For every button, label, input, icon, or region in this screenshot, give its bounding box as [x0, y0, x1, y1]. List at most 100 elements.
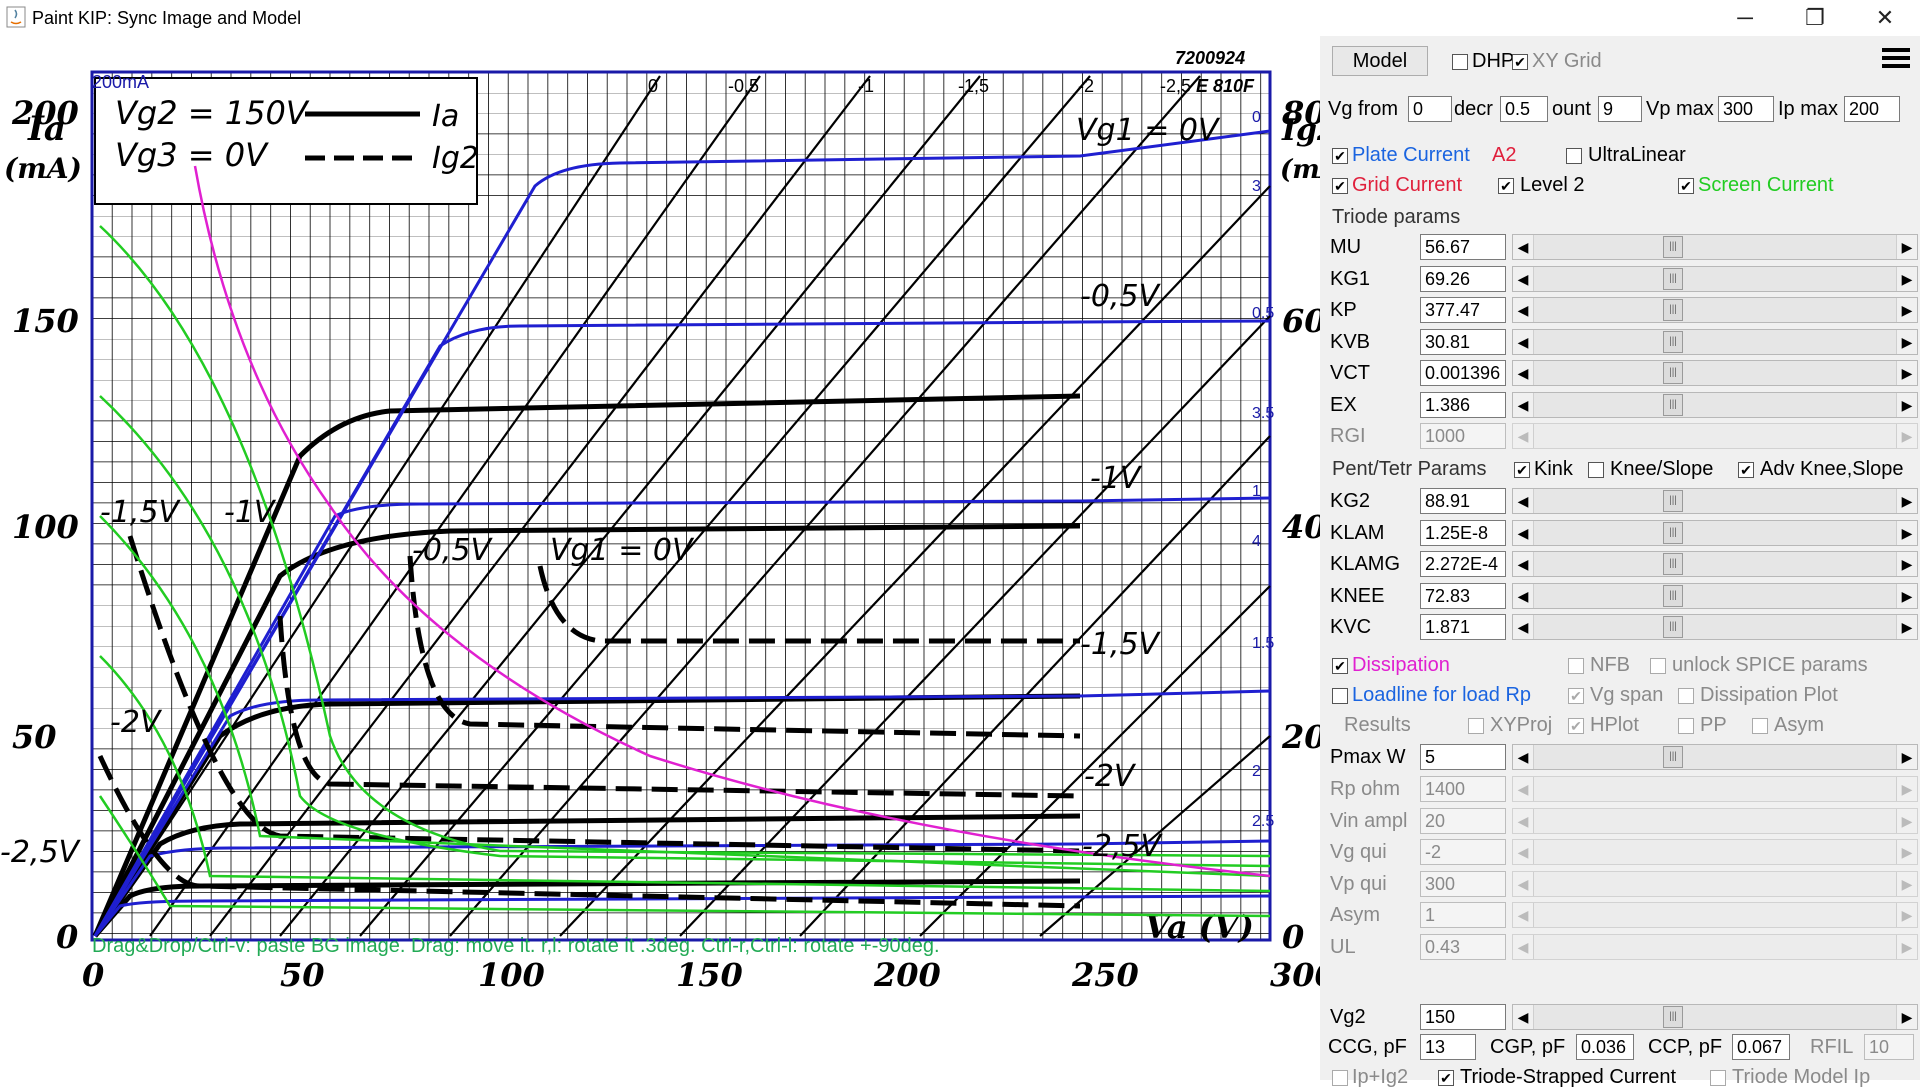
param-slider[interactable]: ◀ ||| ▶ — [1512, 582, 1918, 609]
param-slider[interactable]: ◀ ||| ▶ — [1512, 391, 1918, 418]
slider-left-icon[interactable]: ◀ — [1513, 552, 1534, 576]
slider-right-icon[interactable]: ▶ — [1896, 520, 1917, 545]
slider-right-icon[interactable]: ▶ — [1896, 489, 1917, 513]
param-input[interactable]: 88.91 — [1420, 488, 1506, 514]
slider-thumb[interactable]: ||| — [1663, 1006, 1683, 1028]
slider-right-icon[interactable]: ▶ — [1896, 329, 1917, 354]
slider-right-icon[interactable]: ▶ — [1896, 934, 1917, 959]
count-input[interactable]: 9 — [1598, 96, 1642, 122]
dhp-checkbox[interactable] — [1452, 54, 1468, 70]
slider-right-icon[interactable]: ▶ — [1896, 903, 1917, 927]
slider-left-icon[interactable]: ◀ — [1513, 329, 1534, 354]
vg2-input[interactable]: 150 — [1420, 1004, 1506, 1030]
dissipation-plot-checkbox[interactable] — [1678, 688, 1694, 704]
slider-left-icon[interactable]: ◀ — [1513, 520, 1534, 545]
param-slider[interactable]: ◀ ||| ▶ — [1512, 265, 1918, 292]
cgp-input[interactable]: 0.036 — [1576, 1034, 1634, 1060]
param-slider[interactable]: ◀ ▶ — [1512, 776, 1918, 802]
slider-thumb[interactable]: ||| — [1663, 746, 1683, 768]
slider-right-icon[interactable]: ▶ — [1896, 777, 1917, 801]
hplot-checkbox[interactable]: ✔ — [1568, 718, 1584, 734]
slider-left-icon[interactable]: ◀ — [1513, 840, 1534, 864]
level2-checkbox[interactable]: ✔ — [1498, 178, 1514, 194]
slider-right-icon[interactable]: ▶ — [1896, 808, 1917, 833]
slider-left-icon[interactable]: ◀ — [1513, 871, 1534, 896]
slider-left-icon[interactable]: ◀ — [1513, 1005, 1534, 1029]
param-input[interactable]: 1 — [1420, 902, 1506, 928]
slider-left-icon[interactable]: ◀ — [1513, 361, 1534, 385]
param-slider[interactable]: ◀ ▶ — [1512, 902, 1918, 928]
ccg-input[interactable]: 13 — [1420, 1034, 1476, 1060]
slider-left-icon[interactable]: ◀ — [1513, 235, 1534, 259]
param-input[interactable]: 20 — [1420, 807, 1506, 834]
asym-checkbox[interactable] — [1752, 718, 1768, 734]
slider-left-icon[interactable]: ◀ — [1513, 583, 1534, 608]
slider-thumb[interactable]: ||| — [1663, 521, 1683, 544]
slider-right-icon[interactable]: ▶ — [1896, 235, 1917, 259]
slider-right-icon[interactable]: ▶ — [1896, 361, 1917, 385]
param-input[interactable]: 0.001396 — [1420, 360, 1506, 386]
slider-left-icon[interactable]: ◀ — [1513, 424, 1534, 448]
close-button[interactable]: ✕ — [1850, 0, 1920, 36]
param-slider[interactable]: ◀ ||| ▶ — [1512, 488, 1918, 514]
slider-left-icon[interactable]: ◀ — [1513, 777, 1534, 801]
slider-right-icon[interactable]: ▶ — [1896, 298, 1917, 322]
param-slider[interactable]: ◀ ||| ▶ — [1512, 551, 1918, 577]
xy-grid-checkbox[interactable]: ✔ — [1512, 54, 1528, 70]
dissipation-checkbox[interactable]: ✔ — [1332, 658, 1348, 674]
param-input[interactable]: 72.83 — [1420, 582, 1506, 609]
triode-strapped-checkbox[interactable]: ✔ — [1438, 1070, 1454, 1086]
ip-max-input[interactable]: 200 — [1844, 96, 1900, 122]
param-slider[interactable]: ◀ ||| ▶ — [1512, 328, 1918, 355]
slider-left-icon[interactable]: ◀ — [1513, 934, 1534, 959]
slider-left-icon[interactable]: ◀ — [1513, 489, 1534, 513]
param-slider[interactable]: ◀ ||| ▶ — [1512, 297, 1918, 323]
slider-thumb[interactable]: ||| — [1663, 236, 1683, 258]
slider-right-icon[interactable]: ▶ — [1896, 583, 1917, 608]
unlock-spice-checkbox[interactable] — [1650, 658, 1666, 674]
ultralinear-checkbox[interactable] — [1566, 148, 1582, 164]
param-slider[interactable]: ◀ ▶ — [1512, 870, 1918, 897]
param-input[interactable]: 0.43 — [1420, 933, 1506, 960]
vp-max-input[interactable]: 300 — [1718, 96, 1774, 122]
param-input[interactable]: -2 — [1420, 839, 1506, 865]
slider-left-icon[interactable]: ◀ — [1513, 903, 1534, 927]
param-slider[interactable]: ◀ ||| ▶ — [1512, 519, 1918, 546]
slider-thumb[interactable]: ||| — [1663, 553, 1683, 575]
param-input[interactable]: 1.25E-8 — [1420, 519, 1506, 546]
param-input[interactable]: 300 — [1420, 870, 1506, 897]
slider-thumb[interactable]: ||| — [1663, 584, 1683, 607]
plate-current-checkbox[interactable]: ✔ — [1332, 148, 1348, 164]
vg-span-checkbox[interactable]: ✔ — [1568, 688, 1584, 704]
slider-thumb[interactable]: ||| — [1663, 330, 1683, 353]
slider-thumb[interactable]: ||| — [1663, 393, 1683, 416]
restore-button[interactable]: ❐ — [1780, 0, 1850, 36]
rfil-input[interactable]: 10 — [1864, 1034, 1914, 1060]
slider-right-icon[interactable]: ▶ — [1896, 871, 1917, 896]
param-input[interactable]: 56.67 — [1420, 234, 1506, 260]
kink-checkbox[interactable]: ✔ — [1514, 462, 1530, 478]
param-slider[interactable]: ◀ ▶ — [1512, 933, 1918, 960]
param-slider[interactable]: ◀ ▶ — [1512, 423, 1918, 449]
param-input[interactable]: 1.871 — [1420, 614, 1506, 640]
param-input[interactable]: 30.81 — [1420, 328, 1506, 355]
knee-slope-checkbox[interactable] — [1588, 462, 1604, 478]
slider-right-icon[interactable]: ▶ — [1896, 266, 1917, 291]
pmax-input[interactable]: 5 — [1420, 744, 1506, 770]
slider-thumb[interactable]: ||| — [1663, 490, 1683, 512]
screen-current-checkbox[interactable]: ✔ — [1678, 178, 1694, 194]
param-slider[interactable]: ◀ ||| ▶ — [1512, 234, 1918, 260]
plot-area[interactable]: Vg2 = 150V Vg3 = 0V Ia Ig2 200mA 7200924… — [0, 36, 1352, 1080]
vg2-slider[interactable]: ◀ ||| ▶ — [1512, 1004, 1918, 1030]
slider-right-icon[interactable]: ▶ — [1896, 840, 1917, 864]
triode-model-ip-checkbox[interactable] — [1710, 1070, 1726, 1086]
slider-thumb[interactable]: ||| — [1663, 362, 1683, 384]
slider-left-icon[interactable]: ◀ — [1513, 615, 1534, 639]
ccp-input[interactable]: 0.067 — [1732, 1034, 1790, 1060]
menu-icon[interactable] — [1880, 44, 1912, 74]
slider-left-icon[interactable]: ◀ — [1513, 808, 1534, 833]
slider-right-icon[interactable]: ▶ — [1896, 745, 1917, 769]
param-input[interactable]: 1400 — [1420, 776, 1506, 802]
model-button[interactable]: Model — [1332, 46, 1428, 76]
slider-right-icon[interactable]: ▶ — [1896, 552, 1917, 576]
